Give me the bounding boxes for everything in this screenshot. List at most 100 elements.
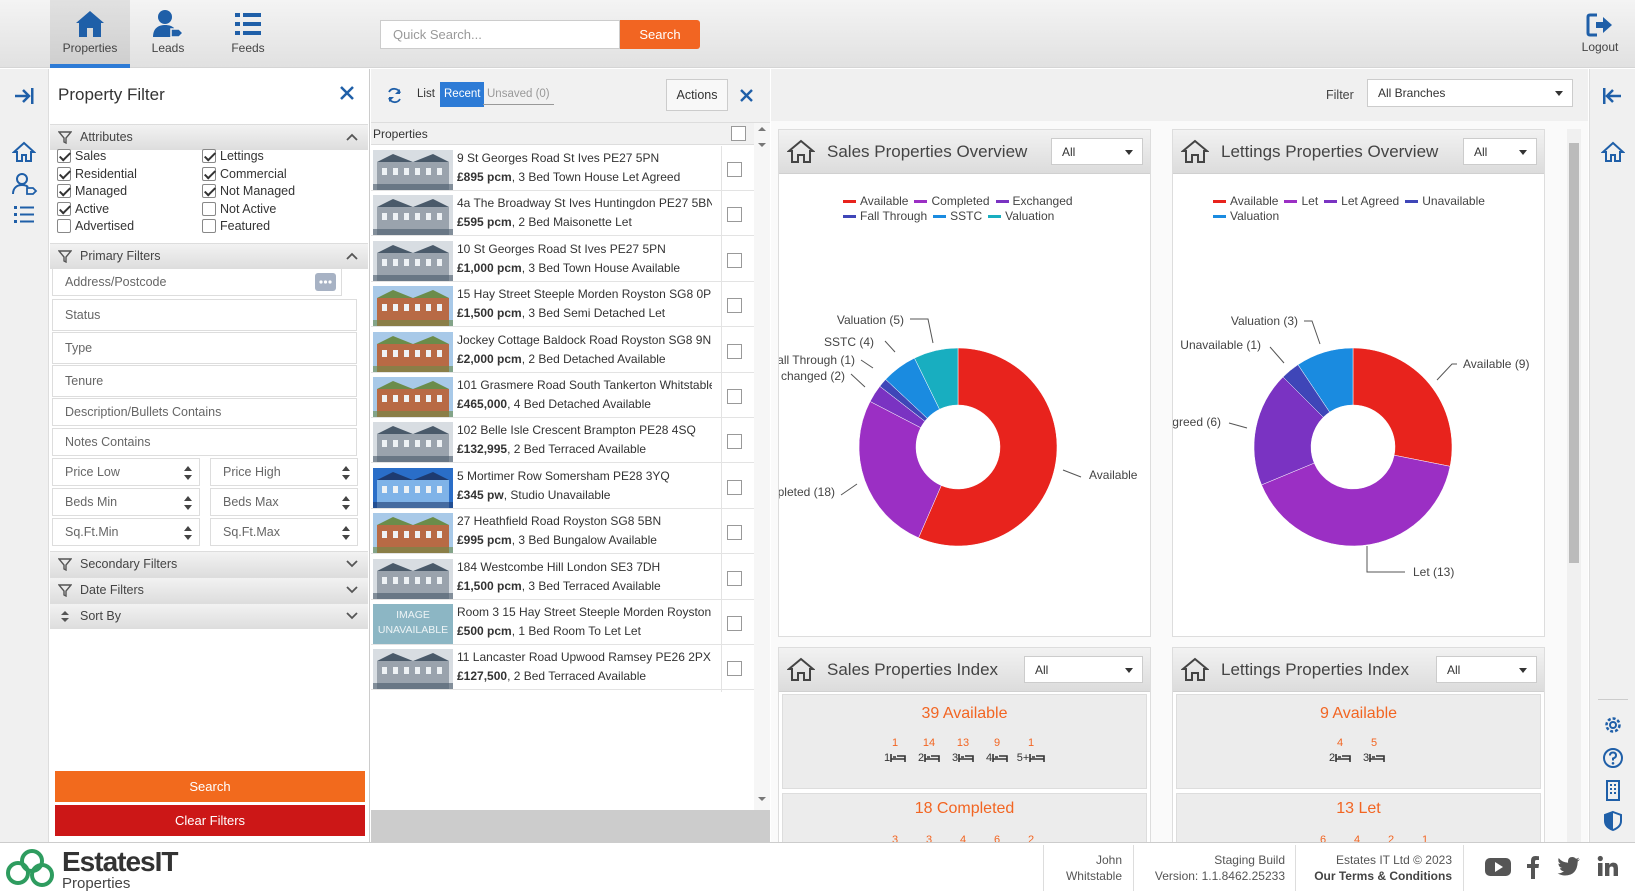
legend-item[interactable]: Available [843,194,908,209]
bed-count[interactable]: 2 [1014,834,1048,842]
logout-button[interactable]: Logout [1575,8,1625,54]
checkbox-box[interactable] [57,166,71,181]
property-thumbnail[interactable] [373,422,453,463]
property-row[interactable]: 27 Heathfield Road Royston SG8 5BN £995 p… [371,509,754,557]
legend-item[interactable]: SSTC [933,209,982,224]
sales-index-select[interactable]: All [1024,656,1143,683]
more-options-icon[interactable] [315,273,336,291]
expand-panel-icon[interactable] [13,85,37,109]
clear-filters-button[interactable]: Clear Filters [55,805,365,836]
select-all-checkbox[interactable] [731,126,746,141]
lettings-let-index[interactable]: 13 Let 6 4 2 1 [1176,793,1541,842]
property-select-checkbox[interactable] [727,162,742,177]
checkbox-box[interactable] [202,184,216,199]
nav-feeds[interactable]: Feeds [208,0,288,68]
bed-count[interactable]: 6 [980,834,1014,842]
list-scrollbar[interactable] [754,123,770,810]
checkbox-managed[interactable]: Managed [57,183,127,199]
bed-count[interactable]: 94 [980,737,1014,764]
type-select[interactable]: Type [52,332,357,364]
lettings-overview-select[interactable]: All [1463,138,1537,165]
tab-list[interactable]: List [413,82,439,107]
checkbox-not-managed[interactable]: Not Managed [202,183,295,199]
nav-properties[interactable]: Properties [50,0,130,68]
property-thumbnail[interactable] [373,331,453,372]
property-row[interactable]: 101 Grasmere Road South Tankerton Whitst… [371,373,754,420]
attributes-section-header[interactable]: Attributes [50,124,368,150]
tenure-select[interactable]: Tenure [52,365,357,397]
sales-completed-index[interactable]: 18 Completed 3 3 4 6 2 [782,793,1147,842]
tab-recent[interactable]: Recent [440,82,485,107]
date-filters-section-header[interactable]: Date Filters [50,577,368,603]
checkbox-box[interactable] [57,201,71,216]
property-thumbnail[interactable] [373,467,453,508]
bed-count[interactable]: 13 3 [946,737,980,764]
notes-contains-field[interactable]: Notes Contains [52,428,357,456]
actions-button[interactable]: Actions [666,79,728,111]
property-row[interactable]: 11 Lancaster Road Upwood Ramsey PE26 2PX… [371,645,754,693]
sort-by-section-header[interactable]: Sort By [50,603,368,629]
checkbox-lettings[interactable]: Lettings [202,148,264,164]
close-icon[interactable] [339,85,355,101]
property-select-checkbox[interactable] [727,616,742,631]
home-icon[interactable] [1601,141,1625,165]
checkbox-box[interactable] [202,219,216,234]
linkedin-icon[interactable] [1597,855,1619,877]
primary-filters-section-header[interactable]: Primary Filters [50,243,368,269]
lettings-available-index[interactable]: 9 Available 4253 [1176,694,1541,789]
stepper-icon[interactable] [183,494,193,512]
checkbox-advertised[interactable]: Advertised [57,218,134,234]
bed-count[interactable]: 42 [1323,737,1357,764]
dashboard-scrollbar[interactable] [1567,129,1581,842]
user-tag-icon[interactable] [12,173,38,197]
filter-search-button[interactable]: Search [55,771,365,802]
checkbox-featured[interactable]: Featured [202,218,270,234]
lettings-index-select[interactable]: All [1436,656,1537,683]
property-thumbnail[interactable]: IMAGE UNAVAILABLE [373,604,453,644]
legend-item[interactable]: Available [1213,194,1278,209]
bed-count[interactable]: 3 [912,834,946,842]
close-icon[interactable] [739,88,754,103]
property-select-checkbox[interactable] [727,389,742,404]
beds-max-field[interactable]: Beds Max [210,488,358,516]
property-select-checkbox[interactable] [727,434,742,450]
legend-item[interactable]: Exchanged [995,194,1073,209]
sales-available-index[interactable]: 39 Available 1 1 14 2 13 3 9 4 1 5+ [782,694,1147,789]
description-contains-field[interactable]: Description/Bullets Contains [52,398,357,426]
property-select-checkbox[interactable] [727,298,742,314]
property-thumbnail[interactable] [373,649,453,690]
property-thumbnail[interactable] [373,377,453,417]
checkbox-active[interactable]: Active [57,201,109,217]
beds-min-field[interactable]: Beds Min [52,488,200,516]
legend-item[interactable]: Completed [914,194,990,209]
sales-overview-select[interactable]: All [1051,138,1143,165]
property-select-checkbox[interactable] [727,661,742,677]
stepper-icon[interactable] [341,464,351,482]
branch-select[interactable]: All Branches [1367,79,1573,107]
bed-count[interactable]: 6 [1306,834,1340,842]
property-thumbnail[interactable] [373,558,453,599]
stepper-icon[interactable] [183,464,193,482]
bed-count[interactable]: 1 [1408,834,1442,842]
sqft-min-field[interactable]: Sq.Ft.Min [52,518,200,546]
tab-unsaved[interactable]: Unsaved (0) [483,83,554,105]
property-row[interactable]: 10 St Georges Road St Ives PE27 5PN £1,00… [371,236,754,284]
nav-leads[interactable]: Leads [128,0,208,68]
stepper-icon[interactable] [341,494,351,512]
property-row[interactable]: 102 Belle Isle Crescent Brampton PE28 4S… [371,418,754,466]
checkbox-residential[interactable]: Residential [57,166,137,182]
property-row[interactable]: Jockey Cottage Baldock Road Royston SG8 … [371,327,754,375]
property-select-checkbox[interactable] [727,252,742,268]
checkbox-box[interactable] [57,184,71,199]
secondary-filters-section-header[interactable]: Secondary Filters [50,551,368,577]
terms-link[interactable]: Our Terms & Conditions [1300,868,1452,884]
twitter-icon[interactable] [1557,856,1581,878]
stepper-icon[interactable] [341,524,351,542]
property-select-checkbox[interactable] [727,343,742,359]
property-row[interactable]: 15 Hay Street Steeple Morden Royston SG8… [371,282,754,330]
legend-item[interactable]: Valuation [1213,209,1279,224]
bed-count[interactable]: 4 [946,834,980,842]
bed-count[interactable]: 1 5+ [1014,737,1048,764]
checkbox-commercial[interactable]: Commercial [202,166,287,182]
property-select-checkbox[interactable] [727,570,742,586]
